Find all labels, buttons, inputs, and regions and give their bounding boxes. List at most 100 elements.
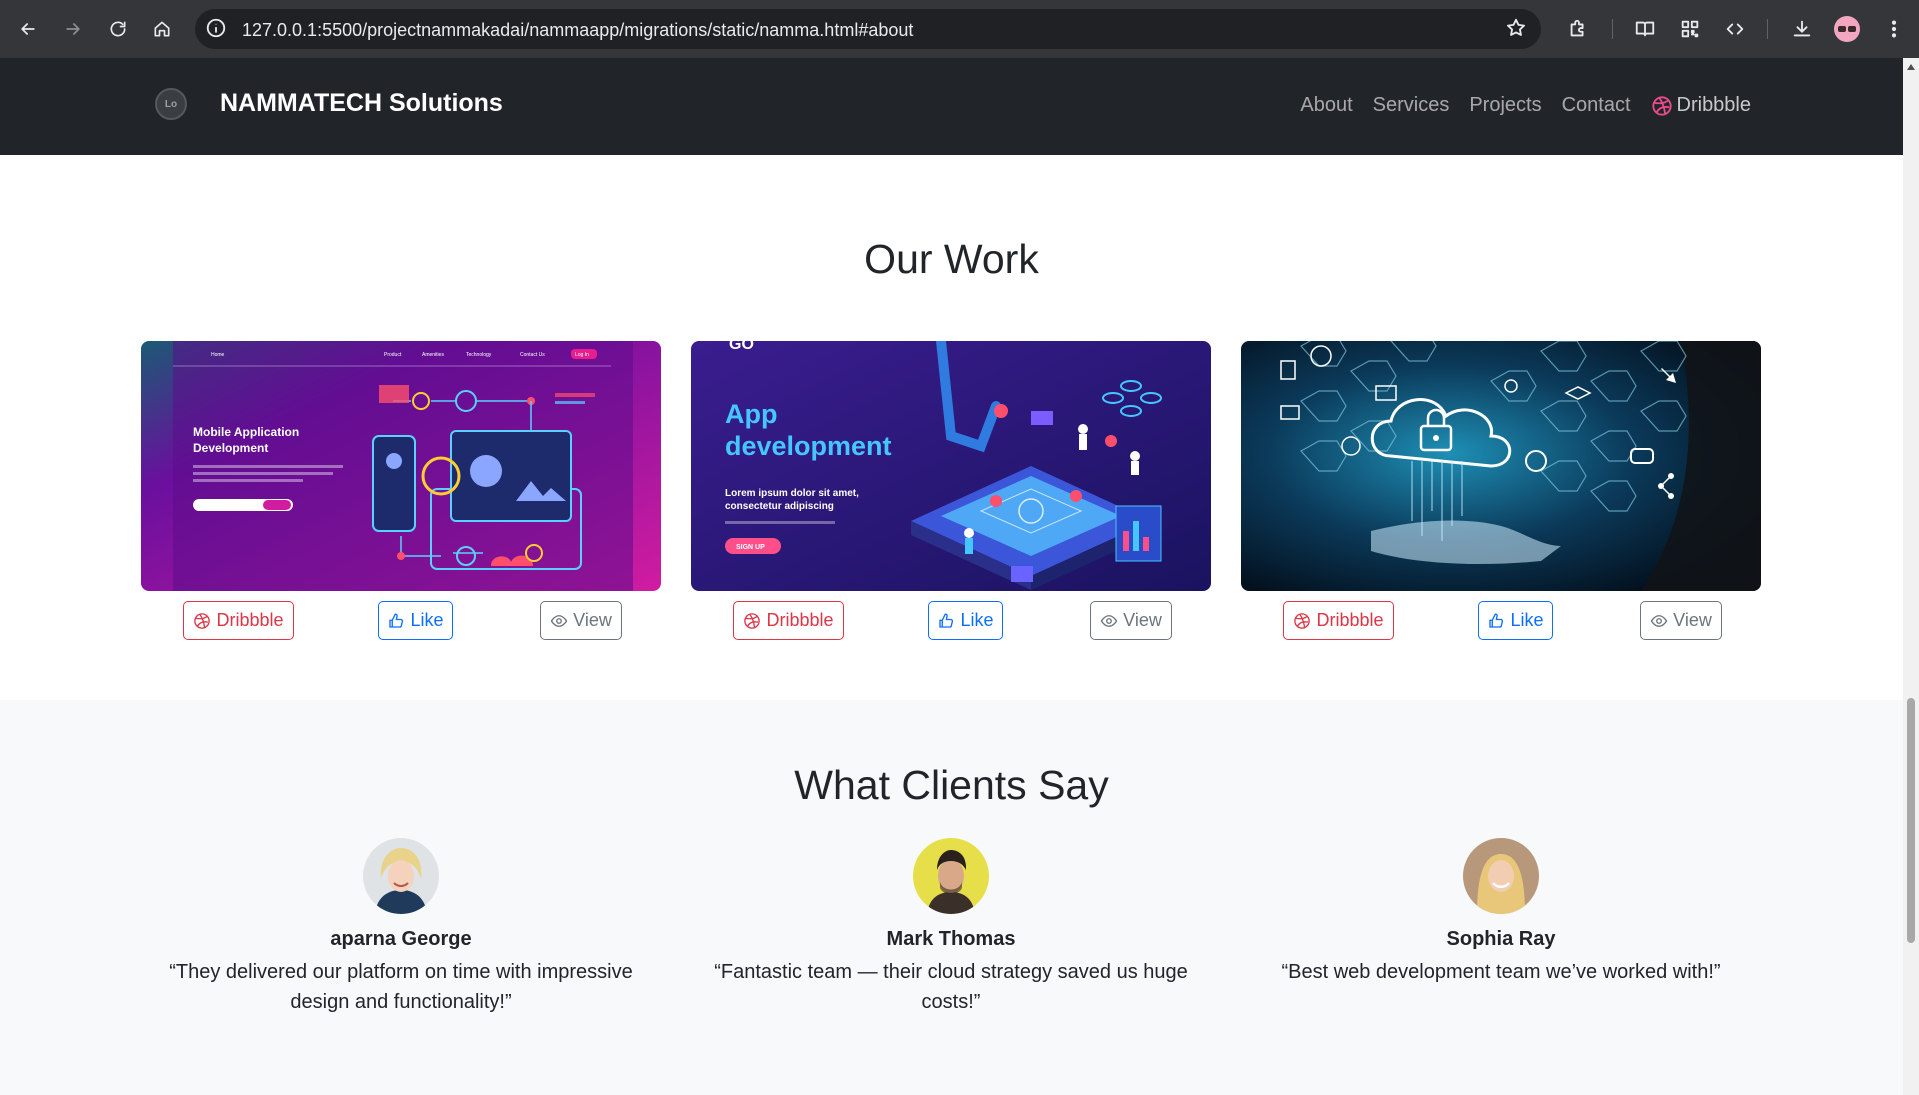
testimonial: Sophia Ray “Best web development team we… xyxy=(1241,838,1761,987)
section-title-clients: What Clients Say xyxy=(794,762,1109,808)
site-navbar: Lo NAMMATECH Solutions About Services Pr… xyxy=(0,58,1903,155)
testimonial-name: aparna George xyxy=(330,928,472,950)
toolbar-divider xyxy=(1767,19,1768,39)
like-button-label: Like xyxy=(1510,610,1544,630)
dribbble-button-label: Dribbble xyxy=(216,610,284,630)
nav-links: About Services Projects Contact Dribbble xyxy=(1300,94,1751,117)
card-1-nav-home: Home xyxy=(211,352,225,358)
nav-link-about[interactable]: About xyxy=(1300,94,1352,117)
home-icon xyxy=(154,21,170,37)
card-1-nav-technology: Technology xyxy=(466,352,492,358)
eye-icon xyxy=(1100,614,1118,627)
nav-link-contact[interactable]: Contact xyxy=(1562,94,1631,117)
qr-code-button[interactable] xyxy=(1673,12,1707,46)
eye-icon xyxy=(550,614,568,627)
profile-avatar[interactable] xyxy=(1834,16,1860,42)
testimonial-quote: “They delivered our platform on time wit… xyxy=(169,961,633,1013)
dribbble-icon xyxy=(744,612,761,629)
avatar xyxy=(913,838,989,914)
like-button-label: Like xyxy=(960,610,994,630)
dribbble-icon xyxy=(1294,612,1311,629)
code-icon xyxy=(1726,23,1744,35)
card-1-nav-contact: Contact Us xyxy=(520,352,545,358)
extensions-button[interactable] xyxy=(1561,12,1595,46)
more-vertical-icon xyxy=(1891,20,1897,38)
like-button-label: Like xyxy=(410,610,444,630)
qr-code-icon xyxy=(1681,20,1699,38)
url-text[interactable]: 127.0.0.1:5500/projectnammakadai/nammaap… xyxy=(242,20,913,41)
dev-tools-button[interactable] xyxy=(1718,12,1752,46)
avatar xyxy=(1463,838,1539,914)
testimonial-quote: “Best web development team we’ve worked … xyxy=(1281,961,1721,983)
reading-icon xyxy=(1635,21,1655,37)
brand-logo[interactable]: Lo xyxy=(155,88,187,120)
dribbble-icon xyxy=(194,612,211,629)
testimonial-quote: “Fantastic team — their cloud strategy s… xyxy=(714,961,1188,1013)
testimonials-section: What Clients Say aparna George “They del… xyxy=(0,700,1903,1095)
nav-link-dribbble[interactable]: Dribbble xyxy=(1651,94,1751,117)
toolbar-divider xyxy=(1612,19,1613,39)
dribbble-icon xyxy=(1651,95,1672,116)
dribbble-button[interactable]: Dribbble xyxy=(183,601,294,640)
browser-toolbar: 127.0.0.1:5500/projectnammakadai/nammaap… xyxy=(0,0,1919,58)
browser-menu-button[interactable] xyxy=(1877,12,1911,46)
scroll-up-arrow-icon[interactable] xyxy=(1907,64,1915,70)
dribbble-button[interactable]: Dribbble xyxy=(733,601,844,640)
home-button[interactable] xyxy=(145,12,179,46)
thumbs-up-icon xyxy=(939,613,954,628)
dribbble-button-label: Dribbble xyxy=(1316,610,1384,630)
dribbble-button[interactable]: Dribbble xyxy=(1283,601,1394,640)
view-button[interactable]: View xyxy=(1640,601,1722,640)
project-card: GO App development Lorem ipsum dolor sit … xyxy=(691,341,1211,640)
project-image-app-development: GO App development Lorem ipsum dolor sit … xyxy=(691,341,1211,591)
back-button[interactable] xyxy=(11,12,45,46)
page-scrollbar[interactable] xyxy=(1903,58,1919,1095)
dribbble-button-label: Dribbble xyxy=(766,610,834,630)
avatar xyxy=(363,838,439,914)
reload-icon xyxy=(110,21,126,37)
card-2-logo: GO xyxy=(729,341,754,353)
scrollbar-thumb[interactable] xyxy=(1907,698,1915,943)
like-button[interactable]: Like xyxy=(928,601,1003,640)
puzzle-icon xyxy=(1570,19,1584,37)
testimonial: Mark Thomas “Fantastic team — their clou… xyxy=(691,838,1211,1017)
thumbs-up-icon xyxy=(1489,613,1504,628)
nav-link-projects[interactable]: Projects xyxy=(1469,94,1541,117)
section-title-our-work: Our Work xyxy=(864,236,1039,282)
project-card: Dribbble Like View xyxy=(1241,341,1761,640)
testimonial: aparna George “They delivered our platfo… xyxy=(141,838,661,1017)
view-button-label: View xyxy=(1123,610,1162,630)
card-1-nav-product: Product xyxy=(384,352,402,358)
arrow-right-icon xyxy=(66,23,80,35)
thumbs-up-icon xyxy=(389,613,404,628)
like-button[interactable]: Like xyxy=(378,601,453,640)
bookmark-star-icon[interactable] xyxy=(1505,17,1529,41)
view-button-label: View xyxy=(573,610,612,630)
forward-button[interactable] xyxy=(56,12,90,46)
site-info-icon[interactable] xyxy=(205,17,229,41)
arrow-left-icon xyxy=(21,23,35,35)
logo-text: Lo xyxy=(164,98,178,110)
card-actions: Dribbble Like View xyxy=(1241,601,1761,641)
project-image-cloud-security xyxy=(1241,341,1761,591)
downloads-button[interactable] xyxy=(1785,12,1819,46)
download-icon xyxy=(1793,20,1811,37)
card-actions: Dribbble Like View xyxy=(141,601,661,641)
view-button[interactable]: View xyxy=(540,601,622,640)
brand-name[interactable]: NAMMATECH Solutions xyxy=(220,89,503,118)
address-bar[interactable]: 127.0.0.1:5500/projectnammakadai/nammaap… xyxy=(195,9,1541,49)
our-work-section: Our Work Mobile Application Development … xyxy=(0,170,1903,700)
project-card: Mobile Application Development Home Produ… xyxy=(141,341,661,640)
dribbble-label: Dribbble xyxy=(1676,94,1751,116)
view-button[interactable]: View xyxy=(1090,601,1172,640)
card-actions: Dribbble Like View xyxy=(691,601,1211,641)
testimonial-name: Mark Thomas xyxy=(886,928,1016,950)
reload-button[interactable] xyxy=(101,12,135,46)
view-button-label: View xyxy=(1673,610,1712,630)
nav-link-services[interactable]: Services xyxy=(1373,94,1450,117)
reading-mode-button[interactable] xyxy=(1628,12,1662,46)
card-2-cta: SIGN UP xyxy=(736,544,765,551)
project-image-mobile-app: Mobile Application Development Home Produ… xyxy=(141,341,661,591)
card-1-nav-login: Log In xyxy=(575,352,589,358)
like-button[interactable]: Like xyxy=(1478,601,1553,640)
